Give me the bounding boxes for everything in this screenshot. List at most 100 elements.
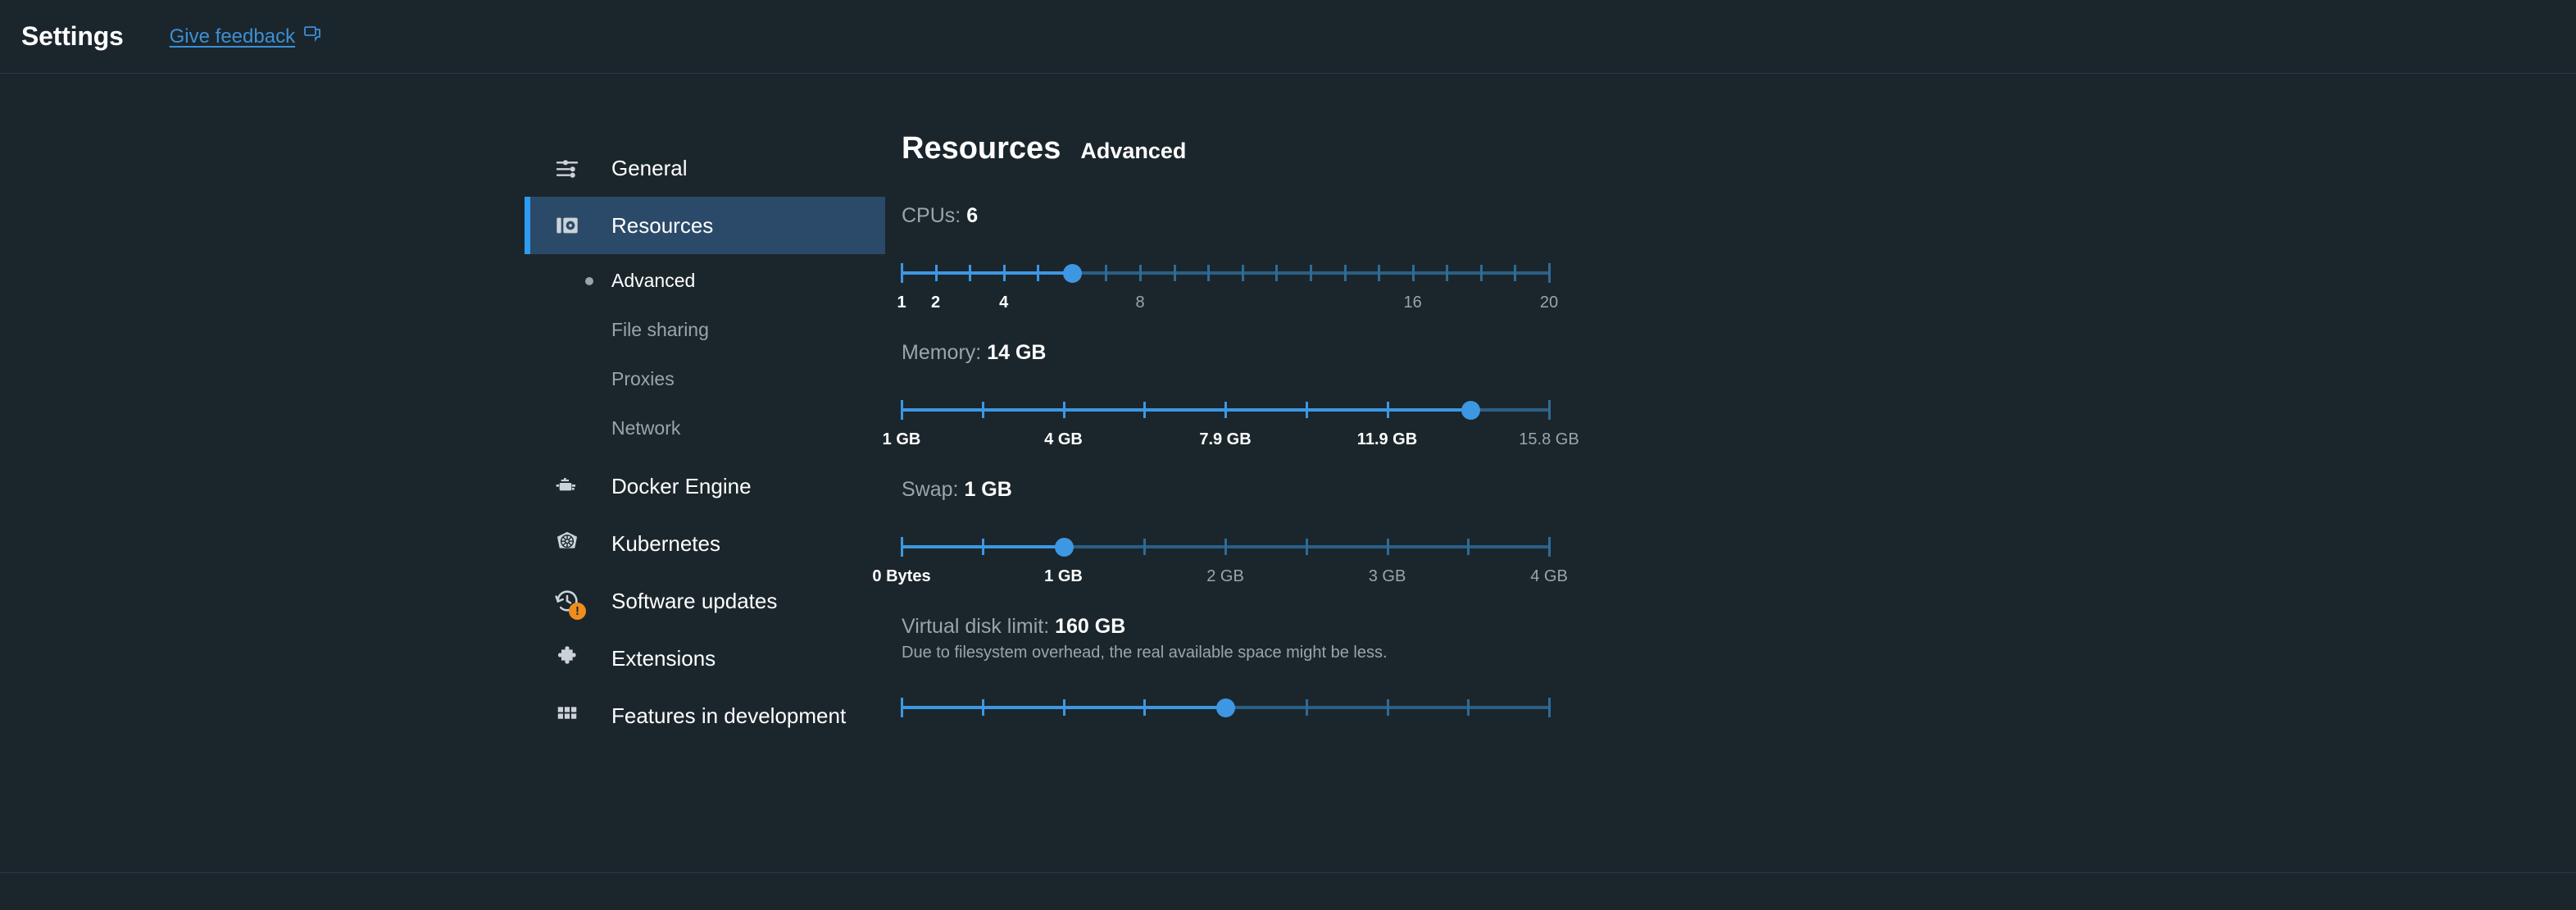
slider-tick bbox=[1002, 265, 1006, 281]
slider-tick bbox=[1467, 699, 1470, 716]
sidebar-subitem-network[interactable]: Network bbox=[525, 408, 885, 448]
slider-tick bbox=[1062, 402, 1065, 418]
slider-tick bbox=[1309, 265, 1312, 281]
panel-heading: Resources Advanced bbox=[902, 131, 1549, 166]
slider-tick bbox=[1386, 402, 1389, 418]
slider-tick bbox=[1173, 265, 1176, 281]
slider-track-fill bbox=[902, 408, 1470, 412]
active-bullet-icon bbox=[585, 276, 593, 285]
slider-tick bbox=[1062, 699, 1065, 716]
slider-tick bbox=[1305, 699, 1308, 716]
sidebar-item-label: Extensions bbox=[611, 645, 716, 671]
slider-scale-label: 4 GB bbox=[1044, 430, 1083, 448]
sidebar-item-label: Kubernetes bbox=[611, 530, 720, 556]
sidebar-item-resources[interactable]: Resources bbox=[525, 197, 885, 254]
sidebar-item-label: Resources bbox=[611, 212, 714, 238]
sidebar-item-features-in-development[interactable]: Features in development bbox=[525, 687, 885, 744]
page-title: Settings bbox=[21, 21, 124, 51]
slider-tick bbox=[1305, 402, 1308, 418]
slider-tick bbox=[1411, 265, 1415, 281]
update-warning-badge: ! bbox=[569, 603, 586, 620]
cpus-value: 6 bbox=[966, 204, 979, 227]
slider-tick bbox=[969, 265, 972, 281]
swap-slider[interactable] bbox=[901, 533, 1551, 561]
slider-tick bbox=[1105, 265, 1108, 281]
cpus-label: CPUs: 6 bbox=[902, 204, 979, 227]
sidebar-subitem-label: Network bbox=[611, 417, 681, 439]
resources-disk-icon bbox=[551, 209, 584, 242]
slider-scale-label: 3 GB bbox=[1368, 567, 1406, 585]
sidebar-item-label: Features in development bbox=[611, 703, 847, 728]
swap-label: Swap: 1 GB bbox=[902, 478, 1012, 501]
slider-tick bbox=[1548, 698, 1551, 717]
slider-tick bbox=[1386, 699, 1389, 716]
slider-scale-label: 1 GB bbox=[882, 430, 921, 448]
sidebar-item-software-updates[interactable]: ! Software updates bbox=[525, 572, 885, 630]
slider-thumb[interactable] bbox=[1461, 401, 1480, 420]
docker-engine-icon bbox=[551, 470, 584, 503]
slider-scale-label: 2 GB bbox=[1206, 567, 1244, 585]
sidebar-item-general[interactable]: General bbox=[525, 139, 885, 197]
resources-advanced-panel: Resources Advanced CPUs: 6 1 2 4 8 16 20 Memo… bbox=[872, 74, 1579, 909]
slider-thumb[interactable] bbox=[1062, 264, 1082, 283]
grid-squares-icon bbox=[551, 699, 584, 732]
sidebar-item-label: General bbox=[611, 155, 688, 180]
virtual-disk-limit-hint: Due to filesystem overhead, the real ava… bbox=[902, 644, 1388, 662]
slider-tick bbox=[1224, 539, 1227, 555]
slider-tick bbox=[901, 400, 903, 420]
memory-label: Memory: 14 GB bbox=[902, 341, 1047, 364]
slider-tick bbox=[981, 699, 984, 716]
sidebar-item-kubernetes[interactable]: Kubernetes bbox=[525, 515, 885, 572]
slider-scale-label: 4 GB bbox=[1530, 567, 1568, 585]
slider-scale-label: 1 GB bbox=[1044, 567, 1083, 585]
slider-tick bbox=[1514, 265, 1517, 281]
slider-tick bbox=[901, 698, 903, 717]
slider-scale-label: 15.8 GB bbox=[1519, 430, 1579, 448]
virtual-disk-limit-slider[interactable] bbox=[901, 694, 1551, 721]
sidebar-subitem-label: Proxies bbox=[611, 368, 675, 389]
slider-tick bbox=[1343, 265, 1347, 281]
kubernetes-helm-icon bbox=[551, 527, 584, 560]
slider-scale-label: 2 bbox=[931, 293, 941, 312]
sidebar-subitem-file-sharing[interactable]: File sharing bbox=[525, 310, 885, 350]
cpus-slider[interactable] bbox=[901, 259, 1551, 287]
cpus-setting: CPUs: 6 1 2 4 8 16 20 bbox=[897, 204, 1558, 318]
sidebar-subitem-label: File sharing bbox=[611, 319, 709, 340]
memory-setting: Memory: 14 GB 1 GB 4 GB 7.9 GB 11.9 GB 15.8 … bbox=[883, 341, 1579, 455]
slider-tick bbox=[1275, 265, 1279, 281]
settings-sidebar: General Resources Advanced File sharing … bbox=[525, 74, 885, 909]
slider-thumb[interactable] bbox=[1216, 698, 1235, 717]
slider-tick bbox=[1467, 539, 1470, 555]
feedback-chat-icon bbox=[302, 24, 322, 49]
slider-tick bbox=[934, 265, 938, 281]
give-feedback-link[interactable]: Give feedback bbox=[170, 24, 322, 49]
swap-scale: 0 Bytes 1 GB 2 GB 3 GB 4 GB bbox=[872, 567, 1567, 592]
slider-scale-label: 16 bbox=[1403, 293, 1422, 312]
slider-tick bbox=[901, 263, 903, 283]
sidebar-item-label: Docker Engine bbox=[611, 473, 752, 498]
sidebar-subitem-label: Advanced bbox=[611, 270, 696, 291]
memory-slider[interactable] bbox=[901, 396, 1551, 424]
slider-tick bbox=[1207, 265, 1211, 281]
sidebar-item-extensions[interactable]: Extensions bbox=[525, 630, 885, 687]
sidebar-item-docker-engine[interactable]: Docker Engine bbox=[525, 457, 885, 515]
slider-scale-label: 4 bbox=[999, 293, 1009, 312]
sidebar-item-label: Software updates bbox=[611, 588, 778, 613]
panel-subtitle: Advanced bbox=[1080, 139, 1187, 163]
history-clock-icon: ! bbox=[551, 585, 586, 620]
slider-tick bbox=[981, 402, 984, 418]
sidebar-subitem-advanced[interactable]: Advanced bbox=[525, 261, 885, 301]
memory-scale: 1 GB 4 GB 7.9 GB 11.9 GB 15.8 GB bbox=[883, 430, 1579, 455]
settings-titlebar: Settings Give feedback bbox=[0, 0, 2576, 74]
slider-tick bbox=[1479, 265, 1483, 281]
slider-thumb[interactable] bbox=[1054, 538, 1074, 557]
puzzle-piece-icon bbox=[551, 642, 584, 675]
slider-tick bbox=[1548, 537, 1551, 557]
slider-scale-label: 11.9 GB bbox=[1356, 430, 1418, 448]
swap-setting: Swap: 1 GB 0 Bytes 1 GB 2 GB 3 GB 4 GB bbox=[872, 478, 1567, 592]
settings-body: General Resources Advanced File sharing … bbox=[0, 74, 2576, 909]
slider-scale-label: 20 bbox=[1539, 293, 1559, 312]
slider-tick bbox=[981, 539, 984, 555]
slider-tick bbox=[1224, 402, 1227, 418]
sidebar-subitem-proxies[interactable]: Proxies bbox=[525, 359, 885, 399]
